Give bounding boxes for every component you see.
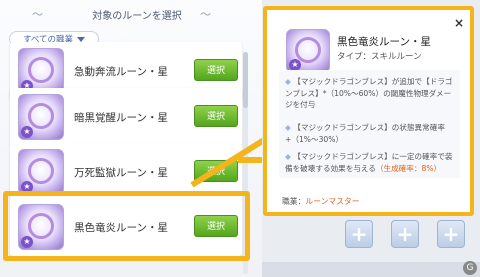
detail-rune-type: タイプ：スキルルーン (337, 52, 422, 62)
close-icon[interactable]: × (454, 16, 464, 30)
effect-line-1: ◆ 【マジックドラゴンブレス】が追加で【ドラゴンブレス】*（10%〜60%）の閾… (285, 76, 457, 111)
watermark-logo: G (463, 261, 477, 275)
rune-name: 急動奔流ルーン・星 (74, 66, 168, 78)
effect-line-2: ◆ 【マジックドラゴンブレス】の状態異常確率+（1%〜30%） (285, 122, 457, 145)
effect-text: 【マジックドラゴンブレス】の状態異常確率+（1%〜30%） (285, 123, 445, 144)
rune-detail-popup: ★ 黒色竜炎ルーン・星 タイプ：スキルルーン × ◆ 【マジックドラゴンブレス】… (263, 6, 474, 216)
rune-icon: ★ (18, 149, 64, 195)
highlight-frame (3, 191, 250, 261)
add-rune-slot-button[interactable]: + (437, 220, 465, 248)
rune-row[interactable]: ★ 暗黒覚醒ルーン・星 選択 (10, 88, 242, 146)
swirl-ornament-right: 〜 (200, 8, 211, 21)
select-button[interactable]: 選択 (194, 59, 238, 81)
job-label: 職業： (282, 197, 306, 206)
effect-line-3: ◆ 【マジックドラゴンブレス】に一定の確率で装備を破壊する効果を与える（生成確率… (285, 151, 457, 174)
diamond-bullet-icon: ◆ (285, 152, 291, 161)
add-rune-slot-button[interactable]: + (345, 220, 373, 248)
effect-text: 【マジックドラゴンブレス】が追加で【ドラゴンブレス】*（10%〜60%）の閾魔性… (285, 77, 453, 109)
detail-description: ◆ 【マジックドラゴンブレス】が追加で【ドラゴンブレス】*（10%〜60%）の閾… (279, 70, 460, 178)
chevron-down-icon (77, 36, 86, 42)
rune-icon: ★ (286, 29, 330, 73)
rune-icon: ★ (18, 94, 64, 140)
add-rune-slot-button[interactable]: + (391, 220, 419, 248)
star-badge-icon: ★ (21, 126, 33, 138)
detail-rune-name: 黒色竜炎ルーン・星 (337, 36, 431, 48)
rune-name: 暗黒覚醒ルーン・星 (74, 112, 168, 124)
page-title: 対象のルーンを選択 (92, 11, 182, 22)
rune-name: 万死監獄ルーン・星 (74, 167, 168, 179)
diamond-bullet-icon: ◆ (285, 123, 291, 132)
bottom-bar (262, 262, 480, 277)
job-value: ルーンマスター (305, 197, 360, 206)
scrollbar-thumb[interactable] (243, 52, 248, 108)
select-button[interactable]: 選択 (194, 105, 238, 127)
detail-job: 職業：ルーンマスター (282, 196, 360, 207)
diamond-bullet-icon: ◆ (285, 77, 291, 86)
swirl-ornament-left: 〜 (32, 8, 43, 21)
effect-rate-text: （生成確率：8%） (375, 163, 442, 173)
